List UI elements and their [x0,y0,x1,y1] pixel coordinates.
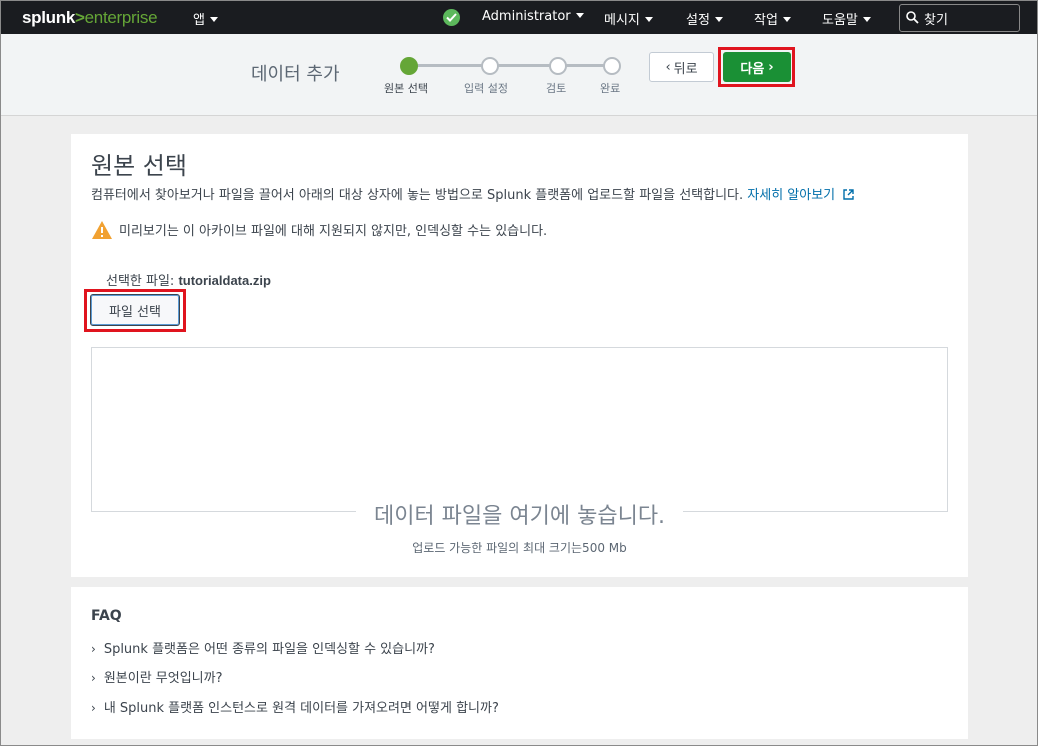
file-drop-zone[interactable] [91,347,948,512]
chevron-left-icon: ‹ [665,59,671,75]
activity-menu[interactable]: 작업 [754,9,791,28]
user-menu[interactable]: Administrator [482,9,584,24]
select-source-panel: 원본 선택 컴퓨터에서 찾아보거나 파일을 끌어서 아래의 대상 상자에 놓는 … [71,134,968,577]
chevron-down-icon [644,17,653,22]
step-dot-select-source [400,57,418,75]
chevron-down-icon [209,17,218,22]
wizard-header: 데이터 추가 원본 선택 입력 설정 검토 완료 ‹ 뒤로 다음 › [1,34,1037,116]
step-label-select-source: 원본 선택 [384,82,428,95]
faq-item[interactable]: › 내 Splunk 플랫폼 인스턴스로 원격 데이터를 가져오려면 어떻게 합니… [91,697,499,716]
messages-menu[interactable]: 메시지 [604,9,653,28]
splunk-logo[interactable]: splunk>enterprise [22,8,158,28]
chevron-right-icon: › [91,701,96,715]
back-button[interactable]: ‹ 뒤로 [649,52,714,82]
search-input[interactable]: 찾기 [899,4,1020,32]
chevron-right-icon: › [91,642,96,656]
health-status-icon[interactable] [443,9,460,26]
section-description: 컴퓨터에서 찾아보거나 파일을 끌어서 아래의 대상 상자에 놓는 방법으로 S… [91,184,854,203]
max-upload-size-text: 업로드 가능한 파일의 최대 크기는500 Mb [412,541,627,555]
steps-progress-track [408,64,611,67]
step-dot-input-settings [481,57,499,75]
search-label: 찾기 [924,13,948,28]
chevron-down-icon [714,17,723,22]
select-file-button[interactable]: 파일 선택 [90,294,180,326]
chevron-right-icon: › [768,59,774,75]
warning-icon [92,221,112,239]
faq-panel: FAQ › Splunk 플랫폼은 어떤 종류의 파일을 인덱싱할 수 있습니까?… [71,587,968,739]
top-navigation-bar: splunk>enterprise 앱 Administrator 메시지 설정… [1,1,1037,34]
settings-menu[interactable]: 설정 [686,9,723,28]
next-button[interactable]: 다음 › [723,52,791,82]
step-dot-done [603,57,621,75]
faq-title: FAQ [91,608,122,624]
preview-warning: 미리보기는 이 아카이브 파일에 대해 지원되지 않지만, 인덱싱할 수는 있습… [91,220,547,240]
step-label-done: 완료 [600,82,621,95]
apps-menu[interactable]: 앱 [193,9,218,28]
chevron-down-icon [862,17,871,22]
selected-file-info: 선택한 파일: tutorialdata.zip [106,273,271,289]
faq-item[interactable]: › 원본이란 무엇입니까? [91,667,223,686]
faq-item[interactable]: › Splunk 플랫폼은 어떤 종류의 파일을 인덱싱할 수 있습니까? [91,638,435,657]
step-label-input-settings: 입력 설정 [464,82,508,95]
drop-zone-text: 데이터 파일을 여기에 놓습니다. [71,498,968,530]
help-menu[interactable]: 도움말 [822,9,871,28]
chevron-down-icon [575,13,584,18]
chevron-down-icon [782,17,791,22]
chevron-right-icon: › [91,671,96,685]
section-title: 원본 선택 [91,152,187,180]
external-link-icon [843,189,854,200]
step-dot-review [549,57,567,75]
search-icon [906,11,919,24]
step-label-review: 검토 [546,82,567,95]
learn-more-link[interactable]: 자세히 알아보기 [747,188,854,203]
page-title: 데이터 추가 [251,64,340,85]
selected-file-name: tutorialdata.zip [178,273,271,288]
